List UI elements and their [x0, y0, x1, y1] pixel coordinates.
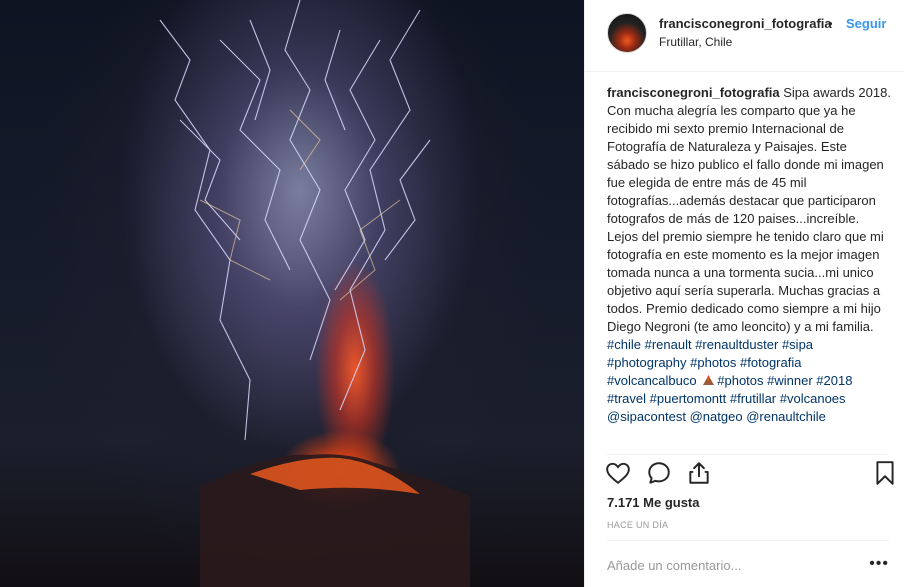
actions-divider: [607, 454, 887, 455]
post-photo[interactable]: [0, 0, 584, 587]
hashtag-link[interactable]: #puertomontt: [650, 391, 727, 406]
hashtag-link[interactable]: #frutillar: [730, 391, 776, 406]
hashtag-link[interactable]: #volcanoes: [780, 391, 846, 406]
hashtag-link[interactable]: #renault: [645, 337, 692, 352]
comment-input[interactable]: [607, 554, 857, 576]
post-timestamp[interactable]: HACE UN DÍA: [607, 520, 668, 530]
caption: francisconegroni_fotografia Sipa awards …: [607, 84, 891, 426]
like-count[interactable]: 7.171 Me gusta: [607, 495, 700, 510]
hashtag-link[interactable]: #photos: [717, 373, 763, 388]
more-options-button[interactable]: •••: [869, 555, 889, 573]
hashtag-link[interactable]: #renaultduster: [695, 337, 778, 352]
caption-text: Sipa awards 2018. Con mucha alegría les …: [607, 85, 891, 334]
hashtag-link[interactable]: #volcancalbuco: [607, 373, 697, 388]
comment-bar: •••: [607, 540, 889, 587]
heart-icon[interactable]: [605, 460, 631, 491]
avatar[interactable]: [607, 13, 647, 53]
location-link[interactable]: Frutillar, Chile: [659, 35, 732, 49]
caption-scroll-area[interactable]: francisconegroni_fotografia Sipa awards …: [607, 84, 891, 454]
bookmark-icon[interactable]: [873, 460, 897, 491]
follow-button[interactable]: Seguir: [846, 16, 886, 31]
volcano-emoji-icon: [703, 375, 715, 385]
hashtag-link[interactable]: #sipa: [782, 337, 813, 352]
post-details-panel: francisconegroni_fotografia • Seguir Fru…: [584, 0, 904, 587]
hashtag-link[interactable]: #travel: [607, 391, 646, 406]
header-separator: •: [828, 16, 833, 31]
post-header: francisconegroni_fotografia • Seguir Fru…: [585, 0, 904, 72]
hashtag-link[interactable]: @renaultchile: [746, 409, 826, 424]
hashtag-link[interactable]: #photos: [690, 355, 736, 370]
caption-username[interactable]: francisconegroni_fotografia: [607, 85, 780, 100]
hashtag-link[interactable]: #winner: [767, 373, 813, 388]
lightning-illustration: [159, 0, 470, 587]
hashtag-link[interactable]: #chile: [607, 337, 641, 352]
header-username[interactable]: francisconegroni_fotografia: [659, 16, 832, 31]
speech-bubble-icon[interactable]: [646, 460, 672, 491]
share-arrow-icon[interactable]: [686, 460, 712, 491]
hashtag-link[interactable]: #2018: [816, 373, 852, 388]
hashtag-link[interactable]: #photography: [607, 355, 687, 370]
hashtag-link[interactable]: #fotografia: [740, 355, 801, 370]
hashtag-link[interactable]: @sipacontest: [607, 409, 686, 424]
hashtag-link[interactable]: @natgeo: [690, 409, 743, 424]
